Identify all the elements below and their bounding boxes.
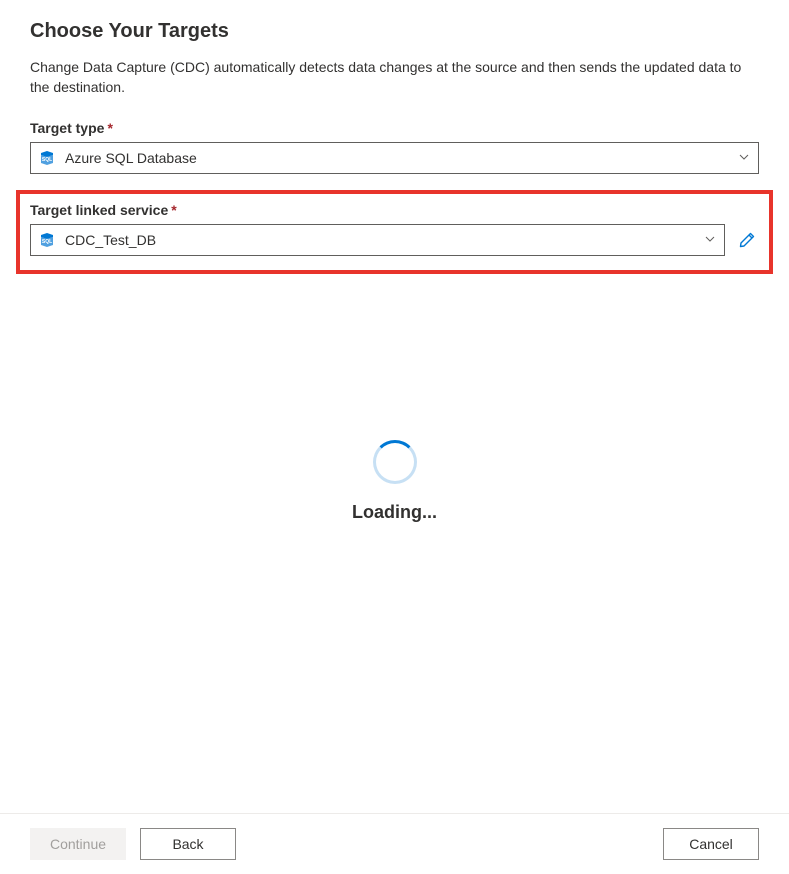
continue-button: Continue	[30, 828, 126, 860]
target-type-field: Target type* SQL Azure SQL Database	[30, 120, 759, 174]
page-title: Choose Your Targets	[30, 20, 759, 43]
target-type-dropdown[interactable]: SQL Azure SQL Database	[30, 142, 759, 174]
cancel-button[interactable]: Cancel	[663, 828, 759, 860]
chevron-down-icon	[704, 232, 716, 248]
target-type-value: Azure SQL Database	[65, 150, 738, 166]
azure-sql-icon: SQL	[39, 150, 55, 166]
linked-service-dropdown[interactable]: SQL CDC_Test_DB	[30, 224, 725, 256]
spinner-icon	[373, 440, 417, 484]
footer-bar: Continue Back Cancel	[0, 813, 789, 874]
loading-text: Loading...	[0, 502, 789, 523]
linked-service-field: Target linked service* SQL CDC_Test_DB	[30, 202, 759, 256]
svg-text:SQL: SQL	[42, 157, 52, 163]
required-asterisk: *	[107, 120, 112, 136]
target-type-label-text: Target type	[30, 120, 104, 136]
page-description: Change Data Capture (CDC) automatically …	[30, 57, 759, 98]
linked-service-label-text: Target linked service	[30, 202, 168, 218]
azure-sql-icon: SQL	[39, 232, 55, 248]
linked-service-highlight: Target linked service* SQL CDC_Test_DB	[16, 190, 773, 274]
linked-service-value: CDC_Test_DB	[65, 232, 704, 248]
svg-text:SQL: SQL	[42, 239, 52, 245]
required-asterisk: *	[171, 202, 176, 218]
linked-service-label: Target linked service*	[30, 202, 759, 218]
pencil-icon	[738, 231, 756, 249]
chevron-down-icon	[738, 150, 750, 166]
loading-indicator: Loading...	[0, 440, 789, 523]
edit-linked-service-button[interactable]	[735, 228, 759, 252]
target-type-label: Target type*	[30, 120, 759, 136]
back-button[interactable]: Back	[140, 828, 236, 860]
